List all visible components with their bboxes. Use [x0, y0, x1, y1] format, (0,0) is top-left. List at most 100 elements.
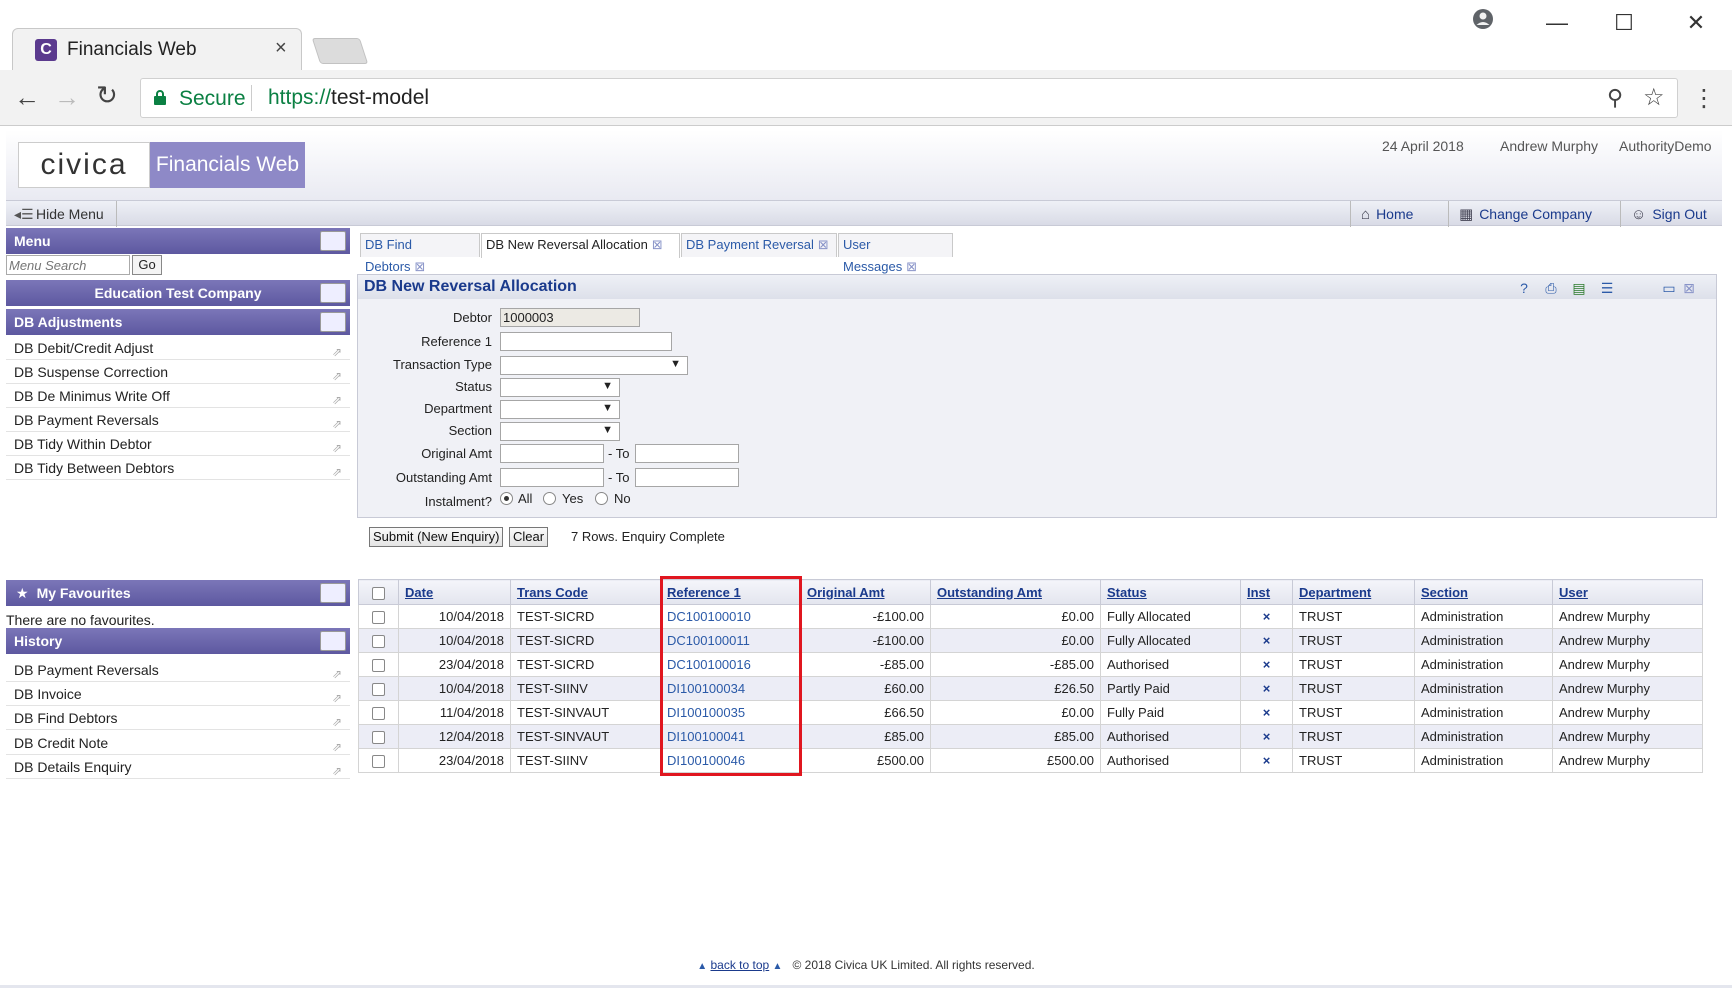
sidebar-item[interactable]: DB Tidy Between Debtors ⇗	[6, 456, 350, 480]
column-header-trans-code[interactable]: Trans Code	[510, 579, 661, 605]
debtor-field[interactable]: 1000003	[500, 308, 640, 327]
table-row[interactable]: 11/04/2018 TEST-SINVAUT DI100100035 £66.…	[358, 700, 1703, 725]
transaction-type-select[interactable]: ▼	[500, 356, 688, 375]
history-toggle-icon[interactable]	[320, 631, 346, 651]
sign-out-link[interactable]: ☺ Sign Out	[1620, 201, 1717, 227]
bookmark-star-icon[interactable]: ☆	[1643, 83, 1665, 112]
back-arrow-icon[interactable]: ←	[14, 82, 40, 113]
reload-icon[interactable]: ↻	[96, 80, 118, 111]
tab-user-messages[interactable]: User Messages ⊠	[838, 233, 953, 274]
url-text[interactable]: https://test-model	[268, 86, 429, 110]
launch-icon[interactable]: ⇗	[332, 759, 342, 783]
instalment-yes-radio[interactable]	[543, 492, 556, 505]
history-item[interactable]: DB Invoice ⇗	[6, 682, 350, 706]
status-select[interactable]: ▼	[500, 378, 620, 397]
print-icon[interactable]: ⎙	[1542, 279, 1560, 297]
back-to-top-link[interactable]: back to top	[710, 958, 769, 972]
submit-button[interactable]: Submit (New Enquiry)	[369, 527, 504, 547]
minimize-icon[interactable]: —	[1537, 8, 1577, 38]
original-amt-cell: £60.00	[800, 676, 931, 701]
favourites-toggle-icon[interactable]	[320, 583, 346, 603]
sidebar-item[interactable]: DB Debit/Credit Adjust ⇗	[6, 336, 350, 360]
db-adjustments-header[interactable]: DB Adjustments	[6, 309, 350, 335]
window-close-icon[interactable]: ✕	[1676, 8, 1716, 38]
table-row[interactable]: 10/04/2018 TEST-SICRD DC100100011 -£100.…	[358, 628, 1703, 653]
column-header-inst[interactable]: Inst	[1240, 579, 1293, 605]
browser-tab[interactable]: C Financials Web ×	[12, 28, 302, 70]
new-tab-button[interactable]	[311, 38, 369, 64]
original-amt-from-input[interactable]	[500, 444, 604, 463]
tab-close-icon[interactable]: ×	[275, 37, 287, 60]
row-checkbox[interactable]	[372, 635, 385, 649]
home-link[interactable]: ⌂ Home	[1350, 201, 1423, 227]
column-header-status[interactable]: Status	[1100, 579, 1241, 605]
sidebar-item[interactable]: DB Tidy Within Debtor ⇗	[6, 432, 350, 456]
history-item[interactable]: DB Find Debtors ⇗	[6, 706, 350, 730]
column-header-original-amt[interactable]: Original Amt	[800, 579, 931, 605]
select-all-checkbox[interactable]	[372, 586, 385, 600]
select-all-header[interactable]	[358, 579, 399, 605]
history-item[interactable]: DB Details Enquiry ⇗	[6, 755, 350, 779]
history-item[interactable]: DB Credit Note ⇗	[6, 731, 350, 755]
launch-icon[interactable]: ⇗	[332, 460, 342, 484]
clear-button[interactable]: Clear	[509, 527, 549, 547]
menu-toggle-icon[interactable]	[320, 231, 346, 251]
column-header-date[interactable]: Date	[398, 579, 511, 605]
tab-close-icon[interactable]: ⊠	[818, 237, 829, 252]
section-select[interactable]: ▼	[500, 422, 620, 441]
column-header-department[interactable]: Department	[1292, 579, 1415, 605]
menu-go-button[interactable]: Go	[132, 255, 162, 275]
panel-window-icon[interactable]: ▭	[1660, 279, 1678, 297]
browser-menu-icon[interactable]: ⋮	[1692, 84, 1716, 113]
row-checkbox[interactable]	[372, 731, 385, 745]
column-header-section[interactable]: Section	[1414, 579, 1553, 605]
bottom-divider	[0, 985, 1732, 988]
profile-icon[interactable]	[1463, 8, 1503, 38]
page-footer: ▲ back to top ▲ © 2018 Civica UK Limited…	[0, 958, 1732, 972]
sidebar-item[interactable]: DB De Minimus Write Off ⇗	[6, 384, 350, 408]
tab-close-icon[interactable]: ⊠	[652, 237, 663, 252]
forward-arrow-icon[interactable]: →	[54, 82, 80, 113]
row-checkbox[interactable]	[372, 683, 385, 697]
copyright-text: © 2018 Civica UK Limited. All rights res…	[792, 958, 1035, 972]
status-cell: Fully Paid	[1100, 700, 1241, 725]
hide-menu-button[interactable]: ◂☰ Hide Menu	[14, 201, 117, 227]
original-amt-to-input[interactable]	[635, 444, 739, 463]
tab-close-icon[interactable]: ⊠	[906, 259, 917, 274]
department-select[interactable]: ▼	[500, 400, 620, 419]
filter-icon[interactable]: ☰	[1598, 279, 1616, 297]
reference-input[interactable]	[500, 332, 672, 351]
row-checkbox[interactable]	[372, 611, 385, 625]
zoom-icon[interactable]: ⚲	[1607, 85, 1623, 111]
menu-search-input[interactable]	[6, 255, 130, 275]
table-row[interactable]: 10/04/2018 TEST-SIINV DI100100034 £60.00…	[358, 676, 1703, 701]
panel-close-icon[interactable]: ⊠	[1680, 279, 1698, 297]
address-bar[interactable]: Secure https://test-model ⚲ ☆	[140, 78, 1678, 118]
outstanding-amt-to-input[interactable]	[635, 468, 739, 487]
sidebar-item[interactable]: DB Payment Reversals ⇗	[6, 408, 350, 432]
table-row[interactable]: 10/04/2018 TEST-SICRD DC100100010 -£100.…	[358, 604, 1703, 629]
column-header-outstanding-amt[interactable]: Outstanding Amt	[930, 579, 1101, 605]
history-item[interactable]: DB Payment Reversals ⇗	[6, 658, 350, 682]
column-header-user[interactable]: User	[1552, 579, 1703, 605]
row-checkbox[interactable]	[372, 707, 385, 721]
tab-db-find-debtors[interactable]: DB Find Debtors ⊠	[360, 233, 480, 274]
outstanding-amt-from-input[interactable]	[500, 468, 604, 487]
help-icon[interactable]: ?	[1515, 279, 1533, 297]
table-row[interactable]: 12/04/2018 TEST-SINVAUT DI100100041 £85.…	[358, 724, 1703, 749]
sidebar-item[interactable]: DB Suspense Correction ⇗	[6, 360, 350, 384]
tab-close-icon[interactable]: ⊠	[415, 259, 426, 274]
row-checkbox[interactable]	[372, 659, 385, 673]
maximize-icon[interactable]: ☐	[1604, 8, 1644, 38]
company-toggle-icon[interactable]	[320, 283, 346, 303]
tab-db-new-reversal-allocation[interactable]: DB New Reversal Allocation ⊠	[481, 233, 680, 258]
tab-db-payment-reversal[interactable]: DB Payment Reversal ⊠	[681, 233, 837, 257]
excel-export-icon[interactable]: ▤	[1570, 279, 1588, 297]
change-company-link[interactable]: ▦ Change Company	[1448, 201, 1602, 227]
section-up-icon[interactable]	[320, 312, 346, 332]
row-checkbox[interactable]	[372, 755, 385, 769]
instalment-all-radio[interactable]	[500, 492, 513, 505]
table-row[interactable]: 23/04/2018 TEST-SICRD DC100100016 -£85.0…	[358, 652, 1703, 677]
table-row[interactable]: 23/04/2018 TEST-SIINV DI100100046 £500.0…	[358, 748, 1703, 773]
instalment-no-radio[interactable]	[595, 492, 608, 505]
